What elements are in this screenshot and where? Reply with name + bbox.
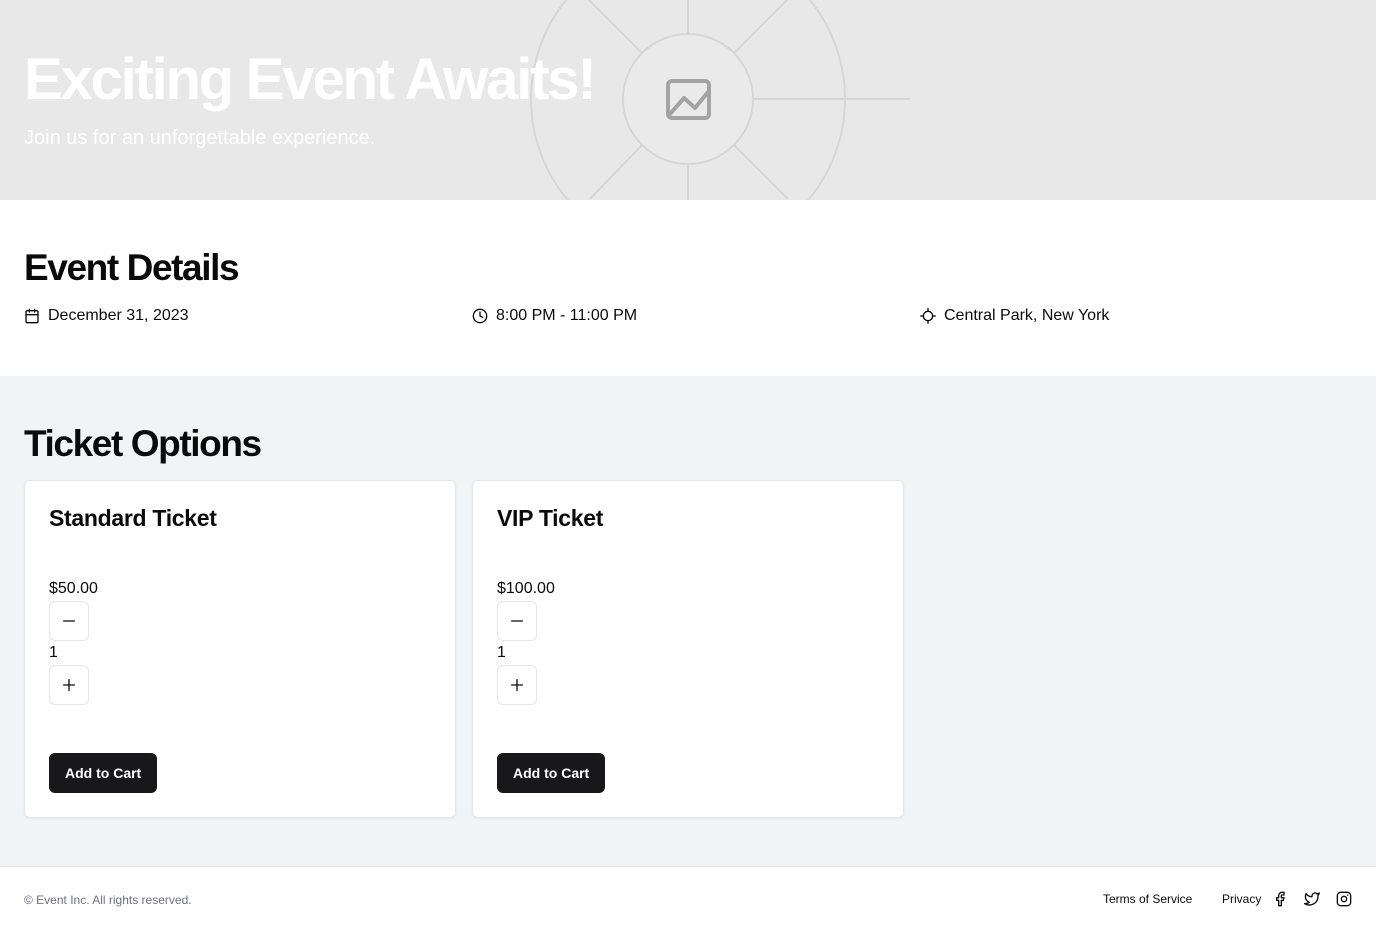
quantity-value: 1 bbox=[49, 644, 58, 661]
calendar-icon bbox=[24, 308, 40, 324]
increase-quantity-button[interactable] bbox=[49, 665, 89, 705]
decrease-quantity-button[interactable] bbox=[49, 601, 89, 641]
event-location-text: Central Park, New York bbox=[944, 307, 1110, 324]
hero-title: Exciting Event Awaits! bbox=[24, 47, 597, 112]
increase-quantity-button[interactable] bbox=[497, 665, 537, 705]
copyright-text: © Event Inc. All rights reserved. bbox=[24, 893, 192, 907]
hero-banner: Exciting Event Awaits! Join us for an un… bbox=[0, 0, 1376, 200]
add-to-cart-button[interactable]: Add to Cart bbox=[49, 753, 158, 793]
ticket-card-standard: Standard Ticket $50.00 1 Add to Cart bbox=[24, 480, 456, 818]
terms-of-service-link[interactable]: Terms of Service bbox=[1103, 891, 1192, 907]
event-location: Central Park, New York bbox=[920, 304, 1109, 328]
event-details-title: Event Details bbox=[24, 247, 240, 288]
minus-icon bbox=[63, 620, 75, 622]
ticket-price: $100.00 bbox=[497, 580, 555, 597]
event-details-section: Event Details December 31, 2023 8:00 PM … bbox=[0, 200, 1376, 376]
event-date: December 31, 2023 bbox=[24, 304, 189, 328]
ticket-name: Standard Ticket bbox=[49, 505, 217, 531]
hero-subtitle: Join us for an unforgettable experience. bbox=[24, 127, 376, 149]
ticket-options-section: Ticket Options Standard Ticket $50.00 1 … bbox=[0, 376, 1376, 866]
footer: © Event Inc. All rights reserved. Terms … bbox=[0, 866, 1376, 931]
event-time-text: 8:00 PM - 11:00 PM bbox=[496, 307, 638, 324]
plus-icon bbox=[63, 679, 75, 691]
decrease-quantity-button[interactable] bbox=[497, 601, 537, 641]
plus-icon bbox=[511, 679, 523, 691]
facebook-icon[interactable] bbox=[1272, 891, 1288, 907]
ticket-options-title: Ticket Options bbox=[24, 423, 262, 464]
ticket-price: $50.00 bbox=[49, 580, 98, 597]
event-date-text: December 31, 2023 bbox=[48, 307, 189, 324]
clock-icon bbox=[472, 308, 488, 324]
twitter-icon[interactable] bbox=[1304, 891, 1320, 907]
crosshair-icon bbox=[920, 308, 936, 324]
event-time: 8:00 PM - 11:00 PM bbox=[472, 304, 637, 328]
instagram-icon[interactable] bbox=[1336, 891, 1352, 907]
minus-icon bbox=[511, 620, 523, 622]
ticket-name: VIP Ticket bbox=[497, 505, 604, 531]
quantity-value: 1 bbox=[497, 644, 506, 661]
add-to-cart-button[interactable]: Add to Cart bbox=[497, 753, 606, 793]
ticket-card-vip: VIP Ticket $100.00 1 Add to Cart bbox=[472, 480, 904, 818]
privacy-link[interactable]: Privacy bbox=[1222, 891, 1261, 907]
